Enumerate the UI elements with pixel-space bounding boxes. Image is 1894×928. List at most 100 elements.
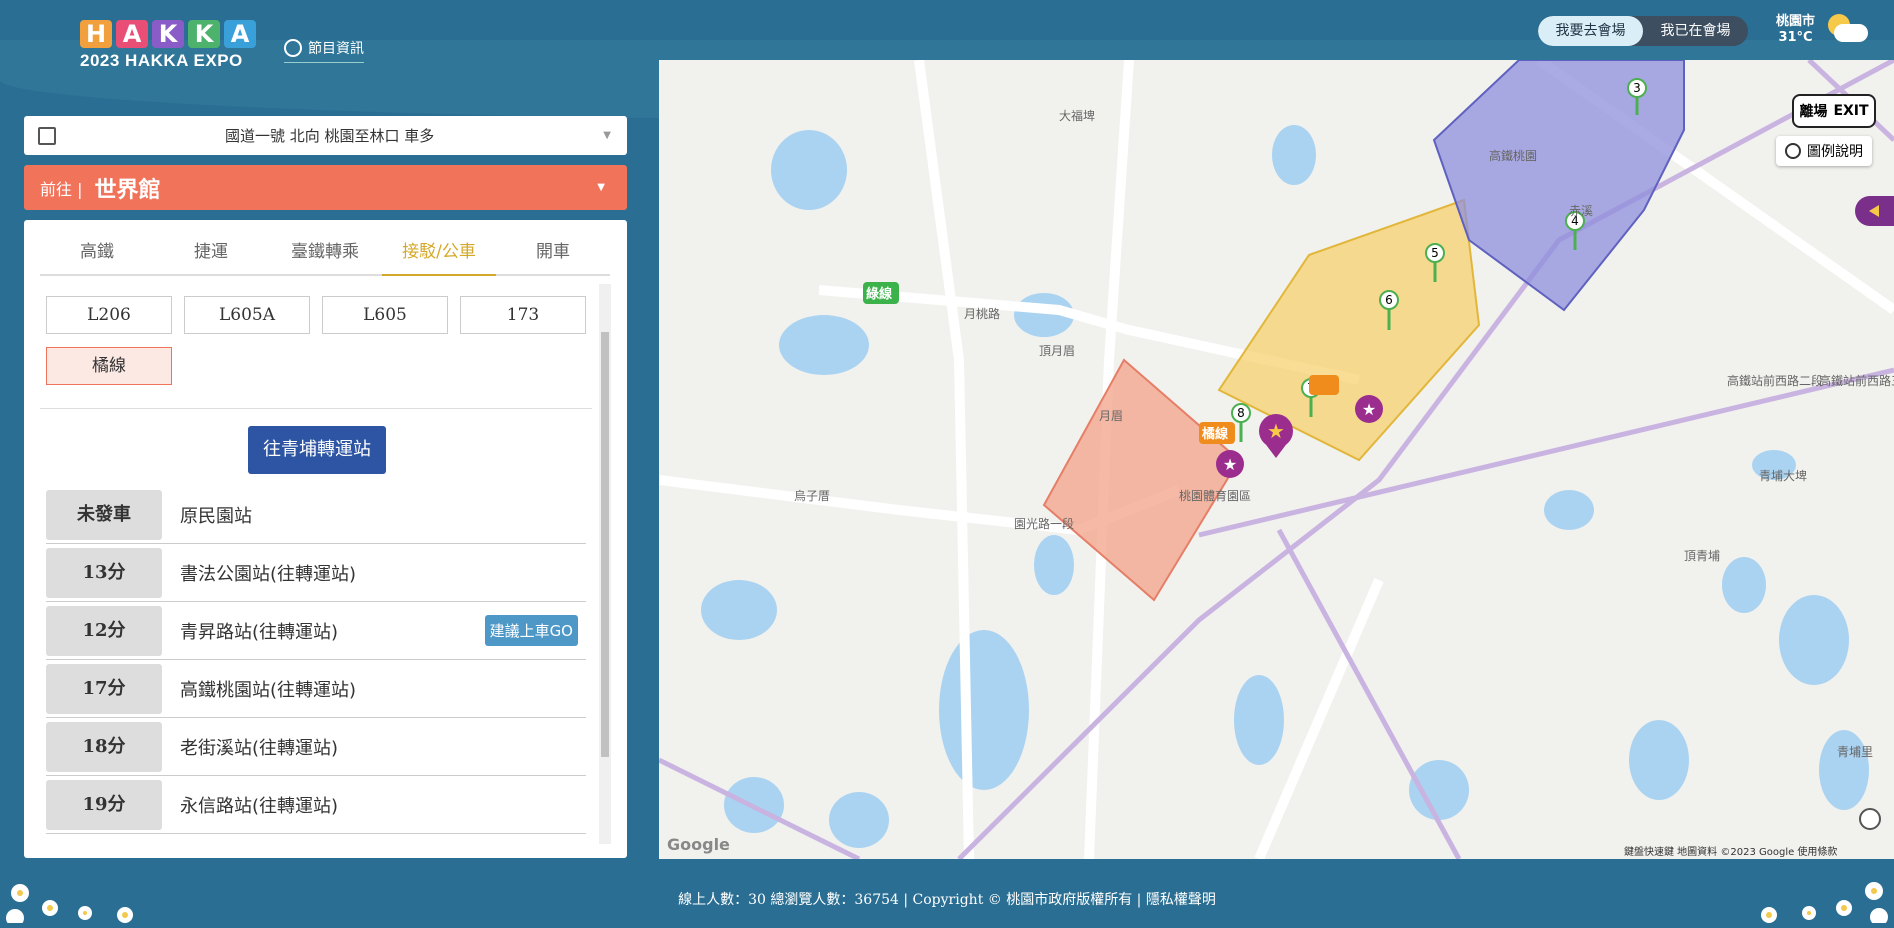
tab-drive[interactable]: 開車 — [496, 230, 610, 274]
svg-text:綠線: 綠線 — [866, 286, 893, 302]
svg-text:橘線: 橘線 — [1201, 426, 1229, 442]
logo-letter: K — [152, 20, 184, 48]
route-button[interactable]: L605A — [184, 296, 310, 334]
scrollbar[interactable] — [599, 284, 611, 844]
destination-select[interactable]: 前往 | 世界館 ▼ — [24, 165, 627, 210]
traffic-info-text: 國道一號 北向 桃園至林口 車多 — [224, 127, 435, 145]
svg-text:頂月眉: 頂月眉 — [1039, 344, 1075, 358]
svg-text:頂青埔: 頂青埔 — [1684, 549, 1720, 563]
map-canvas: 3 4 5 6 7 8 ★ ★ ★ 綠線 橘線 桃園體育園區 高鐵桃園 月桃路 … — [659, 60, 1894, 859]
svg-text:★: ★ — [1223, 455, 1237, 474]
place-labels: 桃園體育園區 高鐵桃園 月桃路 園光路一段 頂月眉 月眉 烏子厝 大福埤 赤溪 … — [667, 108, 1894, 858]
stop-eta: 18分 — [46, 721, 162, 772]
tab-railway[interactable]: 臺鐵轉乘 — [268, 230, 382, 274]
chevron-down-icon: ▼ — [603, 130, 611, 141]
venue-map[interactable]: 3 4 5 6 7 8 ★ ★ ★ 綠線 橘線 桃園體育園區 高鐵桃園 月桃路 … — [659, 60, 1894, 859]
list-item: 17分 高鐵桃園站(往轉運站) — [46, 660, 586, 718]
tab-hsr[interactable]: 高鐵 — [40, 230, 154, 274]
site-logo[interactable]: H A K K A 2023 HAKKA EXPO — [80, 20, 256, 71]
stop-eta: 19分 — [46, 779, 162, 830]
weather-temp: 31°C — [1778, 30, 1813, 45]
list-item: 未發車 原民園站 — [46, 486, 586, 544]
svg-text:桃園體育園區: 桃園體育園區 — [1179, 488, 1251, 503]
svg-text:★: ★ — [1267, 419, 1285, 443]
venue-toggle[interactable]: 我要去會場 我已在會場 — [1538, 16, 1748, 46]
svg-text:8: 8 — [1237, 406, 1245, 420]
stop-name: 青昇路站(往轉運站) — [180, 621, 339, 643]
svg-text:5: 5 — [1431, 246, 1439, 260]
svg-text:園光路一段: 園光路一段 — [1014, 516, 1074, 531]
svg-text:月桃路: 月桃路 — [964, 306, 1000, 321]
toggle-at-venue[interactable]: 我已在會場 — [1643, 16, 1748, 46]
stop-eta: 13分 — [46, 547, 162, 598]
svg-text:★: ★ — [1362, 400, 1376, 419]
footer: 線上人數：30 總瀏覽人數：36754 | Copyright © 桃園市政府版… — [678, 892, 1216, 908]
go-to-terminal-button[interactable]: 往青埔轉運站 — [248, 426, 386, 474]
list-item: 19分 永信路站(往轉運站) — [46, 776, 586, 834]
svg-text:烏子厝: 烏子厝 — [794, 489, 830, 503]
svg-text:高鐵站前西路三段: 高鐵站前西路三段 — [1819, 373, 1894, 388]
logo-subtitle: 2023 HAKKA EXPO — [80, 51, 243, 70]
traffic-info-bar[interactable]: 國道一號 北向 桃園至林口 車多 ▼ — [24, 116, 627, 155]
shuttle-content: L206 L605A L605 173 橘線 往青埔轉運站 未發車 原民園站 13… — [40, 280, 610, 848]
building-icon — [38, 126, 56, 145]
legend-button[interactable]: 圖例說明 — [1776, 136, 1872, 166]
route-button[interactable]: L206 — [46, 296, 172, 334]
stop-name: 高鐵桃園站(往轉運站) — [180, 679, 357, 701]
stop-eta: 未發車 — [46, 489, 162, 540]
svg-text:青埔大埤: 青埔大埤 — [1759, 469, 1807, 483]
route-button-selected[interactable]: 橘線 — [46, 347, 172, 385]
list-item: 12分 青昇路站(往轉運站) 建議上車GO — [46, 602, 586, 660]
side-panel-toggle-icon[interactable] — [1855, 196, 1894, 226]
tab-shuttle-bus[interactable]: 接駁/公車 — [382, 230, 496, 276]
weather-city: 桃園市 — [1776, 14, 1816, 29]
route-button[interactable]: 173 — [460, 296, 586, 334]
svg-text:大福埤: 大福埤 — [1059, 108, 1095, 123]
stop-name: 老街溪站(往轉運站) — [180, 737, 339, 759]
logo-letter: H — [80, 20, 112, 48]
svg-text:高鐵桃園: 高鐵桃園 — [1489, 148, 1537, 163]
exit-button[interactable]: 離場 EXIT — [1792, 94, 1876, 128]
svg-text:Google: Google — [667, 835, 730, 854]
stop-eta: 17分 — [46, 663, 162, 714]
toggle-going[interactable]: 我要去會場 — [1538, 16, 1643, 46]
partly-cloudy-icon — [1826, 14, 1870, 46]
stop-name: 原民園站 — [180, 505, 252, 527]
logo-letter: A — [116, 20, 148, 48]
svg-text:6: 6 — [1385, 293, 1393, 307]
chevron-down-icon: ▼ — [597, 182, 605, 193]
nav-program-link[interactable]: 節目資訊 — [284, 38, 364, 63]
svg-text:青埔里: 青埔里 — [1837, 745, 1873, 759]
svg-text:赤溪: 赤溪 — [1569, 204, 1593, 218]
scrollbar-thumb[interactable] — [601, 332, 609, 757]
stop-name: 書法公園站(往轉運站) — [180, 563, 357, 585]
svg-text:月眉: 月眉 — [1099, 409, 1123, 423]
tab-mrt[interactable]: 捷運 — [154, 230, 268, 274]
water-bodies — [701, 125, 1869, 848]
suggest-board-button[interactable]: 建議上車GO — [484, 615, 578, 646]
legend-label: 圖例說明 — [1807, 144, 1863, 160]
weather-widget: 桃園市 31°C — [1776, 14, 1815, 46]
exit-en-label: EXIT — [1833, 103, 1869, 119]
list-item: 18分 老街溪站(往轉運站) — [46, 718, 586, 776]
route-button[interactable]: L605 — [322, 296, 448, 334]
zone-yellow — [1217, 198, 1481, 462]
logo-letter: K — [188, 20, 220, 48]
stop-name: 永信路站(往轉運站) — [180, 795, 339, 817]
stop-eta: 12分 — [46, 605, 162, 656]
svg-text:3: 3 — [1633, 81, 1641, 95]
destination-prefix: 前往 | — [40, 179, 83, 199]
divider — [40, 408, 592, 409]
svg-text:高鐵站前西路二段: 高鐵站前西路二段 — [1727, 373, 1823, 388]
list-item: 13分 書法公園站(往轉運站) — [46, 544, 586, 602]
transport-card: 高鐵 捷運 臺鐵轉乘 接駁/公車 開車 L206 L605A L605 173 … — [24, 220, 627, 858]
locate-me-icon[interactable] — [1859, 808, 1881, 830]
route-grid: L206 L605A L605 173 橘線 — [46, 296, 586, 385]
info-icon — [1785, 143, 1801, 159]
logo-letter: A — [224, 20, 256, 48]
program-icon — [284, 39, 302, 57]
exit-label: 離場 — [1799, 104, 1828, 120]
stop-list: 未發車 原民園站 13分 書法公園站(往轉運站) 12分 青昇路站(往轉運站) 建議上車… — [46, 486, 586, 834]
flower-decoration — [6, 884, 133, 923]
flower-decoration — [1761, 882, 1888, 923]
